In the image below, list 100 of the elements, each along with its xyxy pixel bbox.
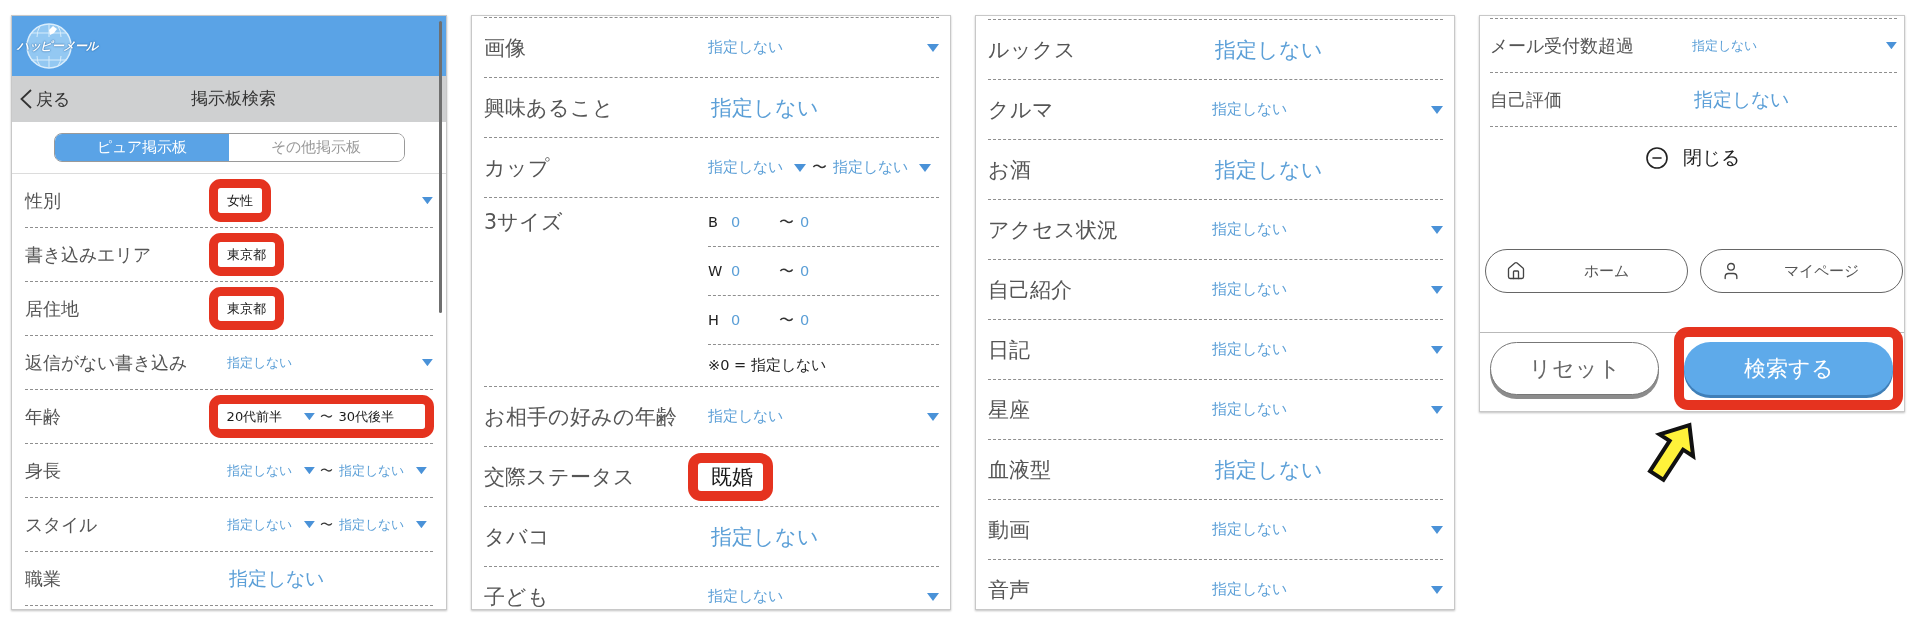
range-separator: 〜: [779, 261, 794, 281]
field-label: 画像: [484, 34, 527, 62]
page-title: 掲示板検索: [190, 88, 276, 110]
field-label: スタイル: [25, 513, 98, 537]
caret-icon[interactable]: [927, 592, 939, 601]
nav-button[interactable]: ホーム: [1485, 249, 1688, 293]
dropdown-value[interactable]: 指定しない: [226, 353, 292, 372]
measure-value[interactable]: 0: [731, 214, 773, 230]
field-label: お相手の好みの年齢: [484, 403, 678, 431]
field-label: 返信がない書き込み: [25, 351, 188, 375]
caret-icon[interactable]: [1431, 525, 1443, 534]
field-label: 自己評価: [1490, 88, 1563, 112]
field-label: 日記: [988, 336, 1031, 364]
dropdown-value[interactable]: 指定しない: [338, 461, 416, 480]
picker-value[interactable]: 指定しない: [1212, 455, 1323, 484]
measure-value[interactable]: 0: [800, 312, 842, 328]
field-label: 交際ステータス: [484, 463, 636, 491]
field-label: 身長: [25, 459, 62, 483]
picker-value[interactable]: 指定しない: [1212, 155, 1323, 184]
measure-label: H: [708, 312, 720, 328]
caret-icon[interactable]: [919, 163, 931, 172]
field-label: ルックス: [988, 36, 1077, 64]
range-separator: 〜: [779, 212, 794, 232]
dropdown-value[interactable]: 指定しない: [708, 158, 794, 177]
dropdown-value[interactable]: 指定しない: [1212, 280, 1287, 299]
field-label: 音声: [988, 576, 1031, 604]
dropdown-value[interactable]: 30代後半: [338, 407, 416, 426]
field-label: 3サイズ: [484, 209, 565, 236]
measure-value[interactable]: 0: [731, 312, 773, 328]
caret-icon[interactable]: [415, 520, 427, 529]
caret-icon[interactable]: [304, 466, 315, 475]
dropdown-value[interactable]: 指定しない: [1212, 520, 1287, 539]
field-label: クルマ: [988, 96, 1055, 124]
caret-icon[interactable]: [1886, 41, 1897, 50]
caret-icon[interactable]: [304, 520, 315, 529]
caret-icon[interactable]: [422, 196, 433, 205]
field-label: 職業: [25, 567, 62, 591]
picker-value[interactable]: 指定しない: [708, 93, 819, 122]
caret-icon[interactable]: [422, 358, 433, 367]
field-label: 動画: [988, 516, 1031, 544]
tab[interactable]: ピュア掲示板: [54, 134, 229, 161]
caret-icon[interactable]: [1431, 585, 1443, 594]
dropdown-value[interactable]: 女性: [226, 191, 253, 210]
range-separator: 〜: [812, 158, 827, 177]
field-label: カップ: [484, 154, 551, 182]
dropdown-value[interactable]: 指定しない: [226, 515, 304, 534]
picker-value[interactable]: 東京都: [226, 245, 266, 264]
dropdown-value[interactable]: 指定しない: [1212, 340, 1287, 359]
range-separator: 〜: [320, 515, 334, 534]
caret-icon[interactable]: [1431, 345, 1443, 354]
dropdown-value[interactable]: 20代前半: [226, 407, 304, 426]
dropdown-value[interactable]: 指定しない: [1212, 580, 1287, 599]
dropdown-value[interactable]: 指定しない: [1212, 220, 1287, 239]
measure-value[interactable]: 0: [800, 263, 842, 279]
search-button[interactable]: 検索する: [1684, 342, 1893, 395]
back-link[interactable]: 戻る: [20, 87, 70, 111]
close-button[interactable]: 閉じる: [1644, 145, 1740, 171]
caret-icon[interactable]: [1431, 405, 1443, 414]
dropdown-value[interactable]: 指定しない: [338, 515, 416, 534]
caret-icon[interactable]: [1431, 105, 1443, 114]
picker-value[interactable]: 指定しない: [1212, 35, 1323, 64]
chevron-left-icon: [20, 89, 32, 109]
nav-button[interactable]: マイページ: [1700, 249, 1903, 293]
home-icon: [1506, 261, 1526, 281]
measure-value[interactable]: 0: [731, 263, 773, 279]
field-label: メール受付数超過: [1490, 34, 1635, 58]
dropdown-value[interactable]: 指定しない: [708, 407, 783, 426]
picker-value[interactable]: 既婚: [708, 462, 753, 491]
caret-icon[interactable]: [1431, 285, 1443, 294]
dropdown-value[interactable]: 指定しない: [708, 587, 783, 606]
measure-value[interactable]: 0: [800, 214, 842, 230]
dropdown-value[interactable]: 指定しない: [708, 38, 783, 57]
field-label: 星座: [988, 396, 1031, 424]
field-label: 自己紹介: [988, 276, 1073, 304]
caret-icon[interactable]: [415, 466, 427, 475]
pointer-arrow: [1648, 423, 1695, 482]
dropdown-value[interactable]: 指定しない: [1212, 400, 1287, 419]
field-label: タバコ: [484, 523, 551, 551]
range-separator: 〜: [320, 461, 334, 480]
picker-value[interactable]: 指定しない: [226, 565, 325, 592]
field-label: 血液型: [988, 456, 1052, 484]
caret-icon[interactable]: [304, 412, 315, 421]
caret-icon[interactable]: [1431, 225, 1443, 234]
caret-icon[interactable]: [927, 43, 939, 52]
dropdown-value[interactable]: 指定しない: [833, 158, 919, 177]
range-separator: 〜: [779, 310, 794, 330]
range-separator: 〜: [320, 407, 334, 426]
picker-value[interactable]: 東京都: [226, 299, 266, 318]
measure-label: B: [708, 214, 719, 230]
field-label: 居住地: [25, 297, 80, 321]
dropdown-value[interactable]: 指定しない: [226, 461, 304, 480]
caret-icon[interactable]: [794, 163, 806, 172]
picker-value[interactable]: 指定しない: [708, 522, 819, 551]
dropdown-value[interactable]: 指定しない: [1691, 36, 1757, 55]
dropdown-value[interactable]: 指定しない: [1212, 100, 1287, 119]
field-label: 興味あること: [484, 94, 615, 122]
caret-icon[interactable]: [927, 412, 939, 421]
field-label: 性別: [25, 189, 62, 213]
field-label: 子ども: [484, 583, 550, 609]
picker-value[interactable]: 指定しない: [1691, 86, 1790, 113]
